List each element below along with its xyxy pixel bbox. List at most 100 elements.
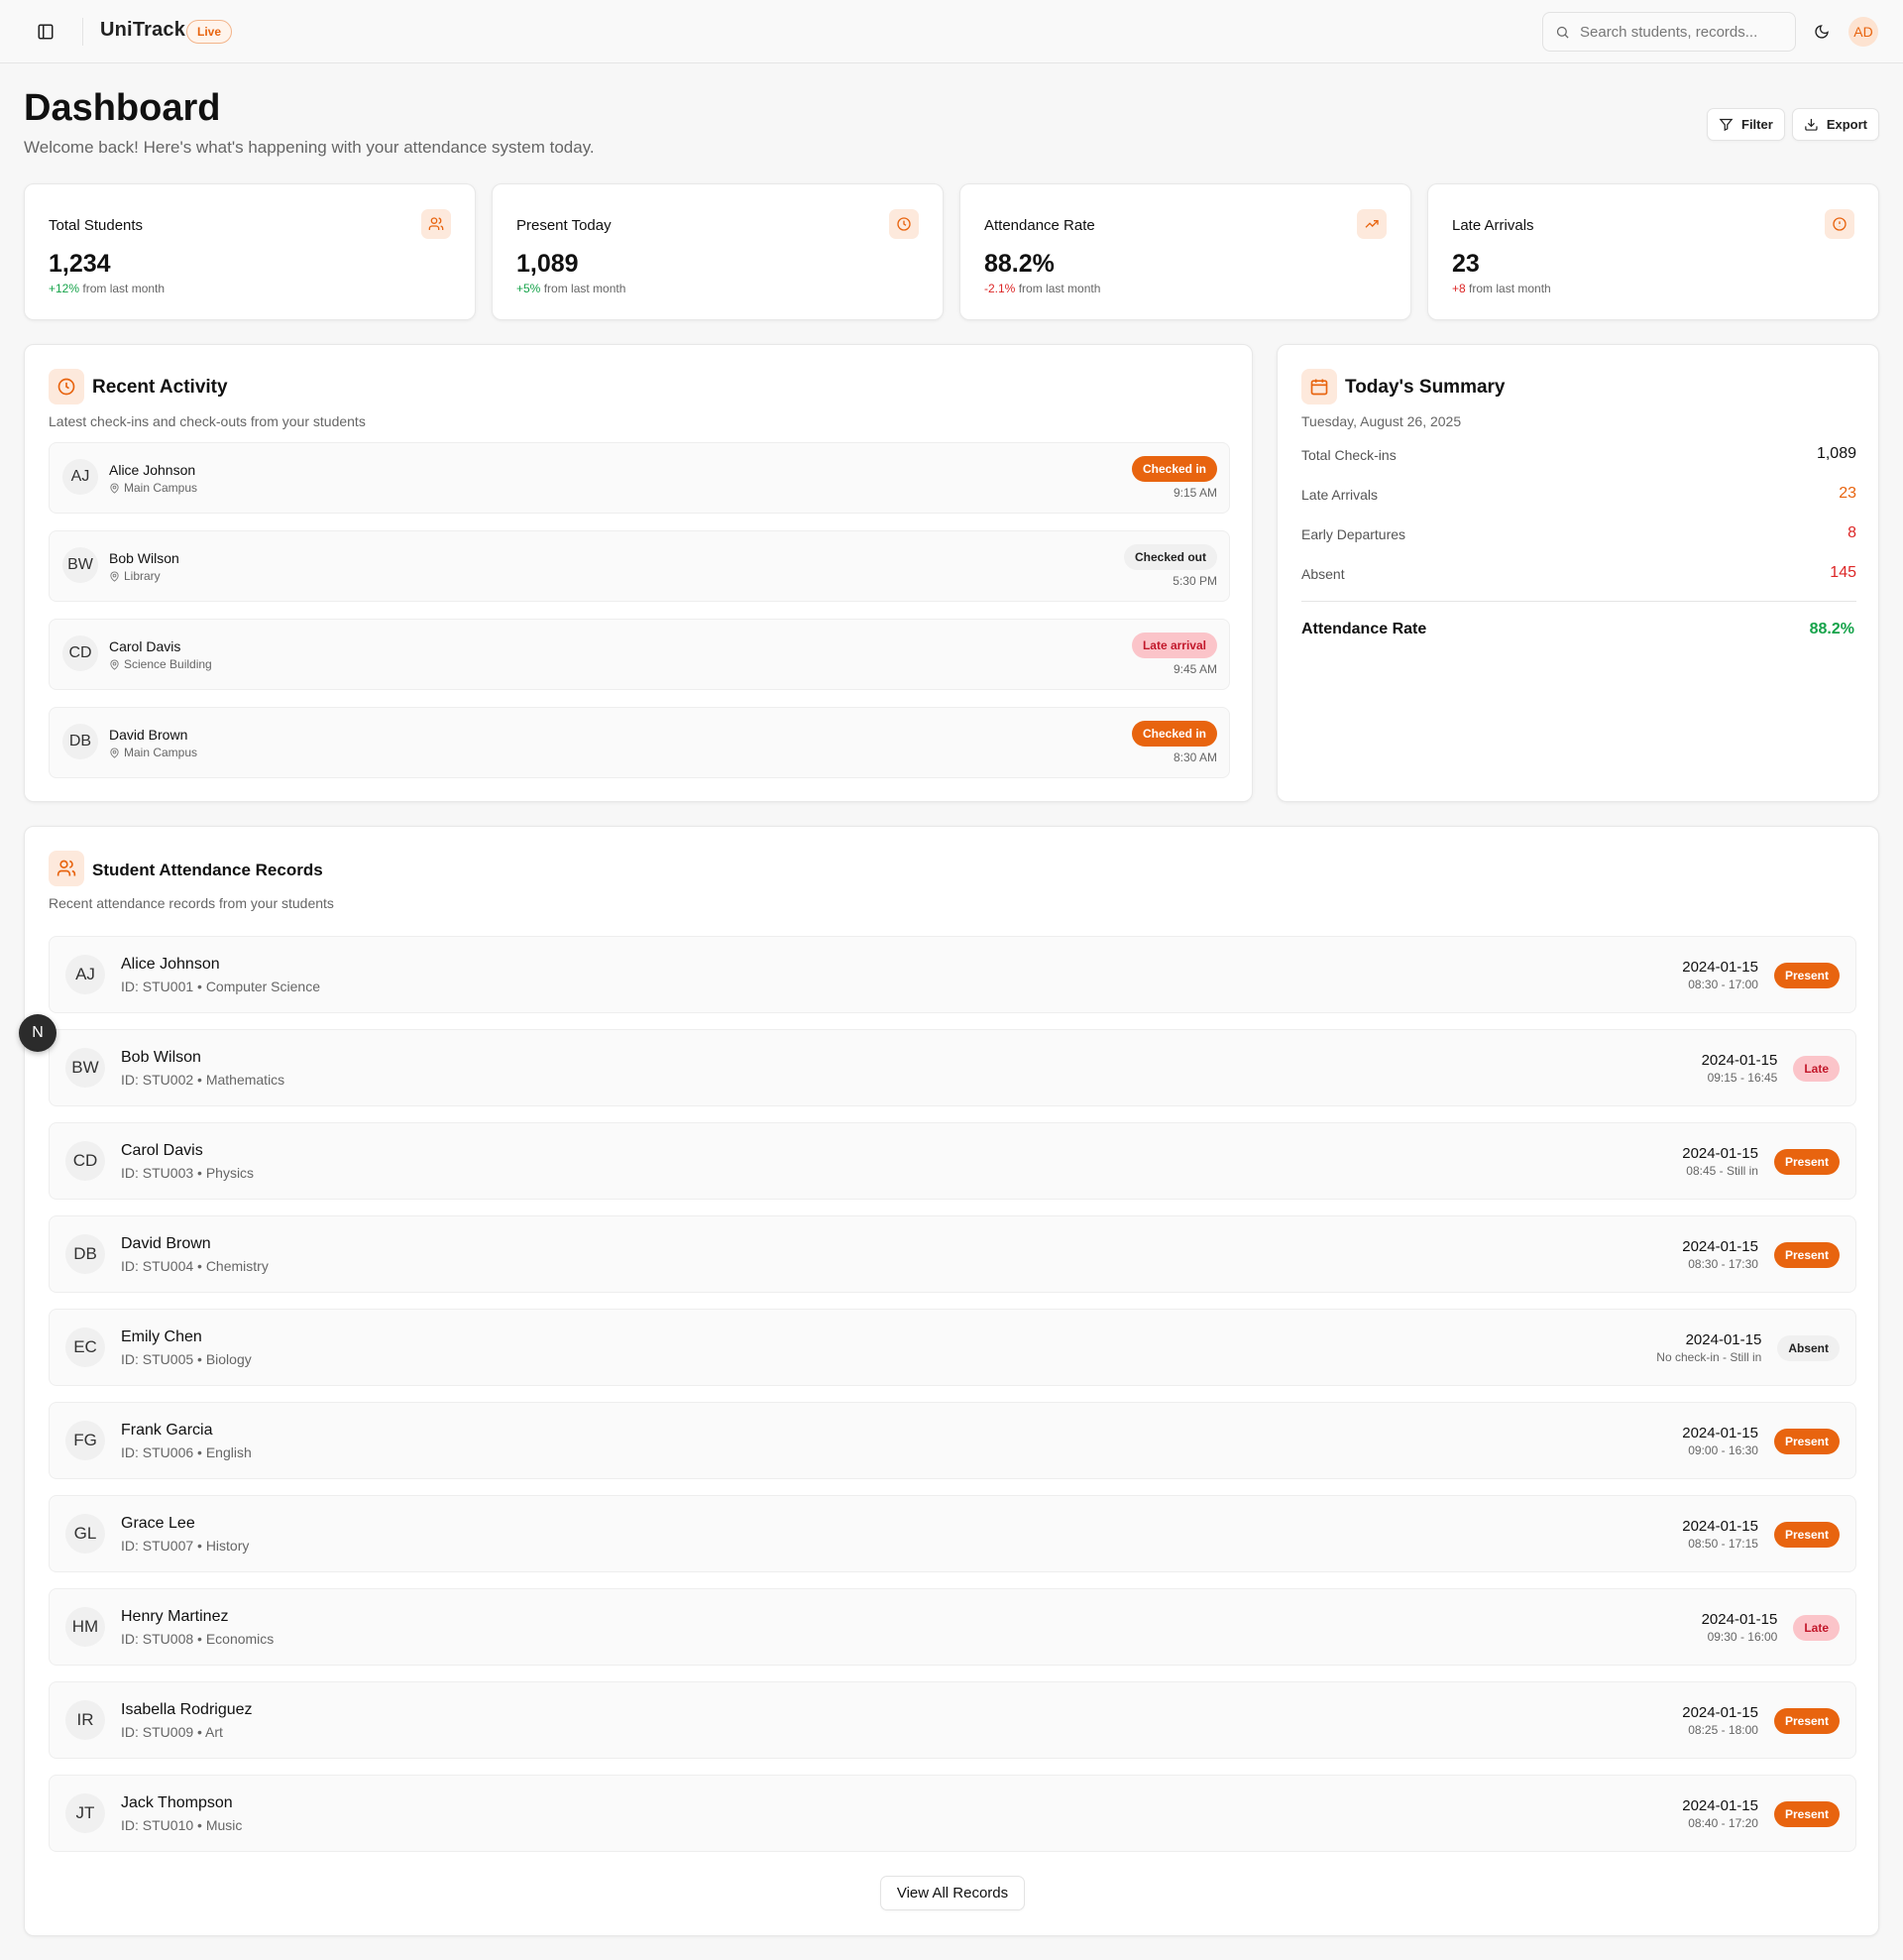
- record-meta: ID: STU004 • Chemistry: [121, 1258, 269, 1274]
- status-badge: Late: [1793, 1614, 1840, 1641]
- users-icon: [421, 209, 451, 239]
- status-badge: Present: [1773, 1148, 1840, 1175]
- stat-card-attendance-rate: Attendance Rate 88.2% -2.1% from last mo…: [959, 183, 1411, 320]
- attendance-records-panel: Student Attendance Records Recent attend…: [24, 826, 1879, 1936]
- panel-subtitle: Recent attendance records from your stud…: [49, 895, 334, 911]
- map-pin-icon: [110, 570, 119, 582]
- record-row[interactable]: EC Emily Chen ID: STU005 • Biology 2024-…: [49, 1309, 1856, 1386]
- activity-location: Main Campus: [109, 746, 197, 759]
- record-date: 2024-01-15: [1685, 1331, 1762, 1348]
- status-badge: Checked out: [1123, 544, 1217, 570]
- stat-label: Late Arrivals: [1452, 217, 1534, 234]
- clock-icon: [49, 369, 84, 404]
- record-row[interactable]: GL Grace Lee ID: STU007 • History 2024-0…: [49, 1495, 1856, 1572]
- summary-value: 1,089: [1816, 445, 1856, 462]
- record-student-name: Carol Davis: [121, 1142, 203, 1159]
- record-time: 08:50 - 17:15: [1688, 1537, 1758, 1551]
- record-row[interactable]: CD Carol Davis ID: STU003 • Physics 2024…: [49, 1122, 1856, 1200]
- stat-change: +8 from last month: [1452, 282, 1551, 295]
- status-badge: Present: [1773, 1241, 1840, 1268]
- record-status-group: 2024-01-15 No check-in - Still in Absent: [1656, 1331, 1840, 1364]
- stat-label: Present Today: [516, 217, 612, 234]
- avatar: DB: [62, 724, 98, 759]
- record-row[interactable]: AJ Alice Johnson ID: STU001 • Computer S…: [49, 936, 1856, 1013]
- record-row[interactable]: BW Bob Wilson ID: STU002 • Mathematics 2…: [49, 1029, 1856, 1106]
- record-status-group: 2024-01-15 08:40 - 17:20 Present: [1682, 1797, 1840, 1830]
- record-meta: ID: STU001 • Computer Science: [121, 979, 320, 994]
- activity-student-name: Bob Wilson: [109, 550, 179, 566]
- summary-date: Tuesday, August 26, 2025: [1301, 413, 1462, 429]
- location-label: Main Campus: [124, 746, 198, 759]
- avatar: AJ: [65, 955, 105, 994]
- summary-value: 23: [1839, 485, 1856, 502]
- summary-row: Total Check-ins 1,089: [1301, 445, 1856, 463]
- record-status-group: 2024-01-15 09:30 - 16:00 Late: [1702, 1611, 1840, 1644]
- search-input[interactable]: [1580, 23, 1778, 41]
- map-pin-icon: [110, 747, 119, 758]
- record-row[interactable]: JT Jack Thompson ID: STU010 • Music 2024…: [49, 1775, 1856, 1852]
- activity-item[interactable]: BW Bob Wilson Library Checked out 5:30 P…: [49, 530, 1230, 602]
- record-status-group: 2024-01-15 08:50 - 17:15 Present: [1682, 1518, 1840, 1551]
- record-student-name: David Brown: [121, 1235, 211, 1252]
- search-box[interactable]: [1542, 12, 1796, 52]
- map-pin-icon: [110, 482, 119, 494]
- activity-time: 5:30 PM: [1173, 574, 1217, 588]
- summary-label: Total Check-ins: [1301, 447, 1397, 463]
- status-badge: Checked in: [1131, 456, 1217, 482]
- record-meta: ID: STU009 • Art: [121, 1724, 223, 1740]
- record-student-name: Bob Wilson: [121, 1049, 201, 1066]
- record-status-group: 2024-01-15 09:00 - 16:30 Present: [1682, 1425, 1840, 1457]
- record-row[interactable]: IR Isabella Rodriguez ID: STU009 • Art 2…: [49, 1681, 1856, 1759]
- trending-up-icon: [1357, 209, 1387, 239]
- filter-label: Filter: [1741, 117, 1773, 132]
- record-row[interactable]: HM Henry Martinez ID: STU008 • Economics…: [49, 1588, 1856, 1666]
- record-date: 2024-01-15: [1682, 1425, 1758, 1441]
- download-icon: [1805, 118, 1818, 131]
- next-dev-badge[interactable]: N: [19, 1014, 56, 1052]
- record-row[interactable]: FG Frank Garcia ID: STU006 • English 202…: [49, 1402, 1856, 1479]
- activity-item[interactable]: CD Carol Davis Science Building Late arr…: [49, 619, 1230, 690]
- avatar: GL: [65, 1514, 105, 1554]
- avatar: FG: [65, 1421, 105, 1460]
- record-student-name: Isabella Rodriguez: [121, 1701, 253, 1718]
- stat-value: 23: [1452, 250, 1480, 278]
- record-student-name: Emily Chen: [121, 1328, 202, 1345]
- summary-label: Absent: [1301, 566, 1345, 582]
- record-time: 08:30 - 17:30: [1688, 1257, 1758, 1271]
- stat-change: +5% from last month: [516, 282, 625, 295]
- stat-card-total-students: Total Students 1,234 +12% from last mont…: [24, 183, 476, 320]
- status-badge: Late: [1793, 1055, 1840, 1082]
- record-date: 2024-01-15: [1682, 1518, 1758, 1535]
- view-all-records-button[interactable]: View All Records: [880, 1876, 1025, 1910]
- user-avatar[interactable]: AD: [1848, 17, 1878, 47]
- record-row[interactable]: DB David Brown ID: STU004 • Chemistry 20…: [49, 1215, 1856, 1293]
- todays-summary-panel: Today's Summary Tuesday, August 26, 2025…: [1277, 344, 1879, 802]
- activity-item[interactable]: DB David Brown Main Campus Checked in 8:…: [49, 707, 1230, 778]
- live-badge: Live: [186, 20, 233, 44]
- activity-location: Library: [109, 569, 161, 583]
- record-student-name: Alice Johnson: [121, 956, 220, 973]
- avatar: CD: [65, 1141, 105, 1181]
- export-label: Export: [1826, 117, 1867, 132]
- stat-label: Total Students: [49, 217, 144, 234]
- filter-button[interactable]: Filter: [1707, 108, 1785, 141]
- header-divider: [82, 18, 83, 46]
- summary-row: Late Arrivals 23: [1301, 485, 1856, 503]
- activity-item[interactable]: AJ Alice Johnson Main Campus Checked in …: [49, 442, 1230, 514]
- location-label: Science Building: [124, 657, 212, 671]
- summary-divider: [1301, 601, 1856, 602]
- export-button[interactable]: Export: [1792, 108, 1879, 141]
- app-brand[interactable]: UniTrack: [100, 19, 185, 42]
- record-date: 2024-01-15: [1682, 1797, 1758, 1814]
- stat-card-present-today: Present Today 1,089 +5% from last month: [492, 183, 944, 320]
- summary-row: Early Departures 8: [1301, 524, 1856, 542]
- record-time: 09:00 - 16:30: [1688, 1443, 1758, 1457]
- moon-icon[interactable]: [1810, 20, 1834, 44]
- record-date: 2024-01-15: [1701, 1611, 1778, 1628]
- summary-rate-label: Attendance Rate: [1301, 621, 1427, 637]
- status-badge: Present: [1773, 1428, 1840, 1454]
- sidebar-toggle-icon[interactable]: [34, 20, 57, 44]
- avatar: HM: [65, 1607, 105, 1647]
- status-badge: Present: [1773, 1521, 1840, 1548]
- summary-value: 8: [1847, 524, 1856, 541]
